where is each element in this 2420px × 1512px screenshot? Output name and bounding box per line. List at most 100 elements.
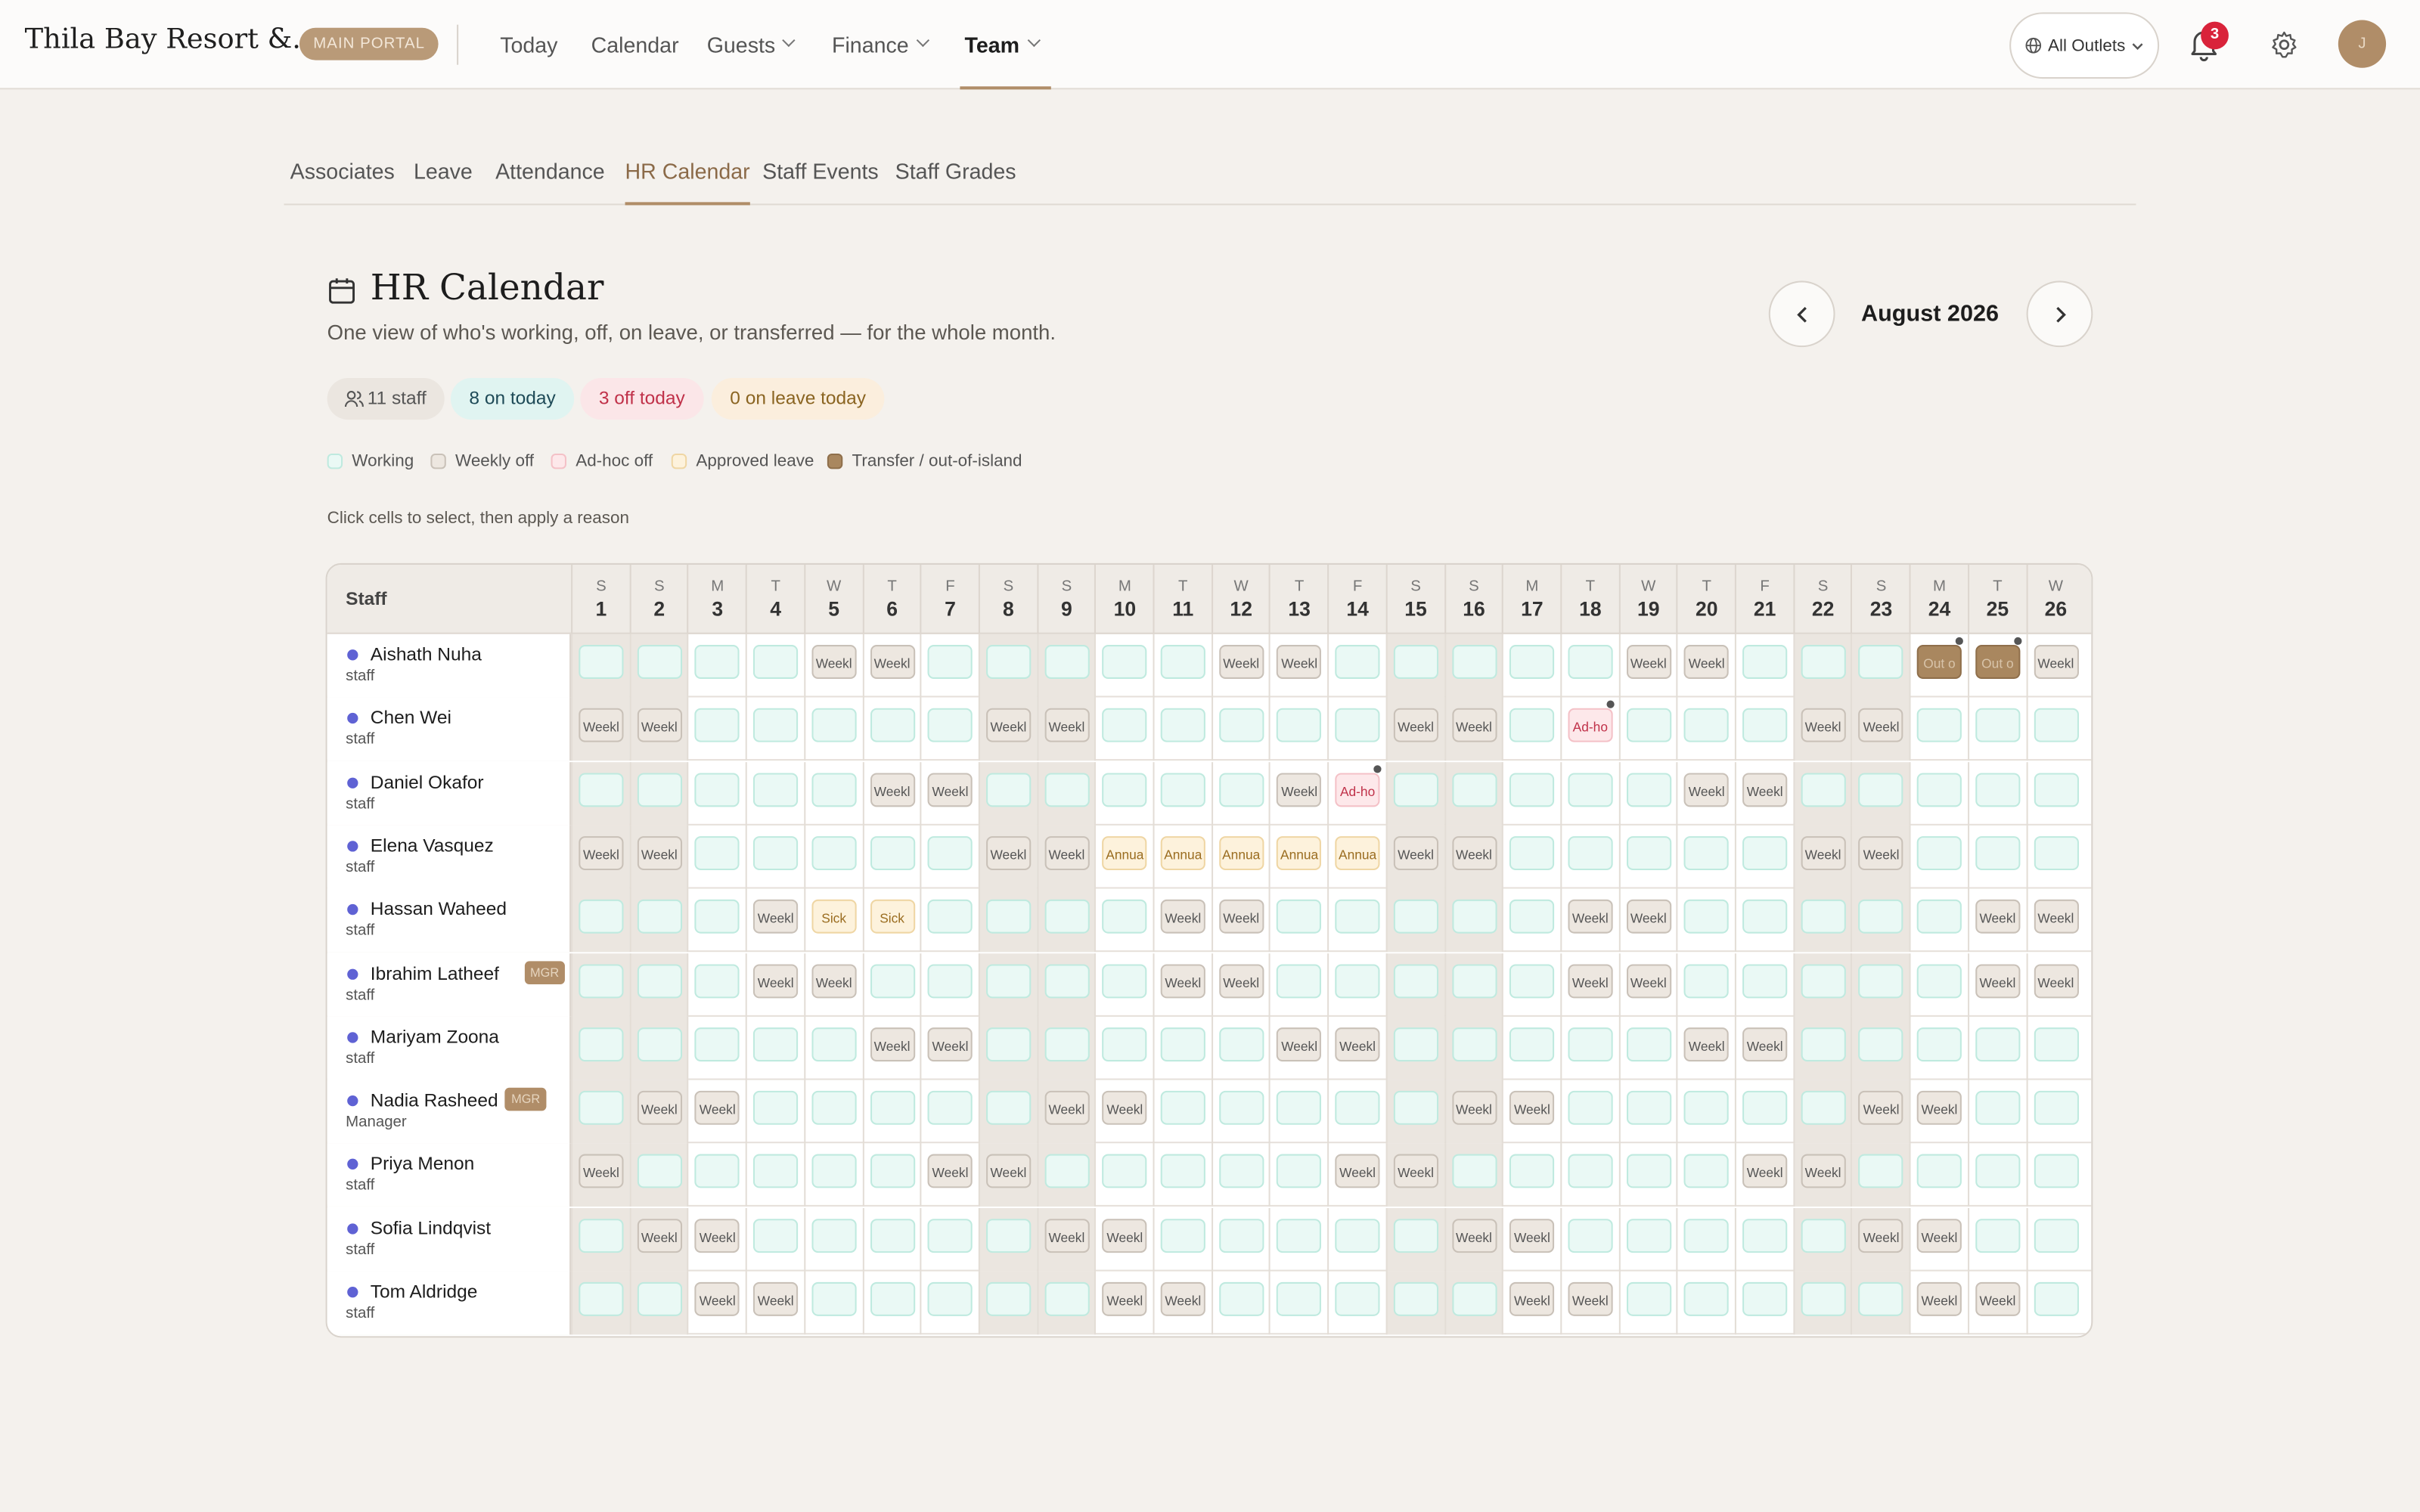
- day-cell[interactable]: Weekl: [1676, 1016, 1736, 1080]
- shift-box[interactable]: [1160, 645, 1205, 679]
- day-cell[interactable]: Weekl: [1327, 1144, 1386, 1207]
- day-cell[interactable]: [803, 698, 863, 761]
- shift-box[interactable]: Weekl: [1975, 900, 2021, 934]
- shift-box[interactable]: [811, 1218, 857, 1253]
- day-cell[interactable]: Weekl: [920, 1144, 979, 1207]
- day-cell[interactable]: Weekl: [1211, 634, 1270, 698]
- shift-box[interactable]: [1277, 1281, 1322, 1316]
- day-cell[interactable]: Weekl: [1211, 888, 1270, 953]
- day-cell[interactable]: [1327, 888, 1386, 953]
- shift-box[interactable]: [985, 1091, 1032, 1125]
- shift-box[interactable]: Weekl: [637, 708, 682, 743]
- day-cell[interactable]: Weekl: [1269, 761, 1328, 826]
- shift-box[interactable]: [753, 708, 799, 743]
- day-cell[interactable]: [1036, 1144, 1096, 1207]
- day-cell[interactable]: [1444, 761, 1503, 826]
- shift-box[interactable]: [1393, 1218, 1438, 1253]
- day-cell[interactable]: [1094, 761, 1154, 826]
- day-cell[interactable]: [1444, 888, 1503, 953]
- shift-box[interactable]: Out o: [1975, 645, 2021, 679]
- day-cell[interactable]: Weekl: [1734, 1016, 1794, 1080]
- day-cell[interactable]: [1676, 1144, 1736, 1207]
- day-cell[interactable]: [1444, 1016, 1503, 1080]
- day-cell[interactable]: Weekl: [1618, 953, 1677, 1016]
- day-cell[interactable]: Weekl: [1094, 1271, 1154, 1335]
- shift-box[interactable]: [579, 900, 624, 934]
- day-cell[interactable]: [1094, 698, 1154, 761]
- shift-box[interactable]: Weekl: [1626, 900, 1671, 934]
- day-cell[interactable]: [861, 1144, 921, 1207]
- day-cell[interactable]: Weekl: [1385, 698, 1444, 761]
- shift-box[interactable]: [1277, 708, 1322, 743]
- shift-box[interactable]: [1044, 1281, 1089, 1316]
- day-cell[interactable]: Weekl: [978, 825, 1038, 889]
- day-cell[interactable]: Weekl: [1851, 698, 1910, 761]
- day-cell[interactable]: [1385, 1016, 1444, 1080]
- shift-box[interactable]: [2033, 772, 2078, 807]
- shift-box[interactable]: [985, 1027, 1032, 1061]
- shift-box[interactable]: Weekl: [1102, 1091, 1147, 1125]
- day-cell[interactable]: [1094, 953, 1154, 1016]
- shift-box[interactable]: [1451, 1027, 1497, 1061]
- shift-box[interactable]: Weekl: [985, 708, 1032, 743]
- day-cell[interactable]: [1153, 761, 1212, 826]
- day-cell[interactable]: [629, 888, 688, 953]
- day-cell[interactable]: Weekl: [571, 825, 630, 889]
- shift-box[interactable]: [2033, 1027, 2078, 1061]
- day-cell[interactable]: [1851, 761, 1910, 826]
- day-cell[interactable]: Weekl: [1734, 1144, 1794, 1207]
- staff-cell[interactable]: Nadia Rasheed Manager MGR: [327, 1080, 572, 1144]
- day-cell[interactable]: [1909, 761, 1969, 826]
- shift-box[interactable]: Weekl: [1277, 1027, 1322, 1061]
- shift-box[interactable]: [1102, 645, 1147, 679]
- day-cell[interactable]: [1036, 953, 1096, 1016]
- tab-hr-calendar[interactable]: HR Calendar: [625, 159, 750, 206]
- day-cell[interactable]: [1851, 1144, 1910, 1207]
- shift-box[interactable]: [869, 1091, 915, 1125]
- day-cell[interactable]: [2025, 761, 2085, 826]
- shift-box[interactable]: [1858, 772, 1904, 807]
- shift-box[interactable]: [1335, 1091, 1380, 1125]
- day-cell[interactable]: Weekl: [861, 634, 921, 698]
- day-cell[interactable]: Weekl: [1967, 953, 2027, 1016]
- shift-box[interactable]: [1858, 963, 1904, 998]
- day-cell[interactable]: [978, 888, 1038, 953]
- shift-box[interactable]: [1568, 645, 1613, 679]
- day-cell[interactable]: Weekl: [1153, 888, 1212, 953]
- tab-attendance[interactable]: Attendance: [495, 159, 605, 184]
- day-cell[interactable]: [571, 634, 630, 698]
- day-cell[interactable]: [1502, 953, 1561, 1016]
- day-cell[interactable]: [571, 1271, 630, 1335]
- day-cell[interactable]: [803, 1207, 863, 1271]
- shift-box[interactable]: Weekl: [2033, 900, 2078, 934]
- day-cell[interactable]: [1211, 1144, 1270, 1207]
- day-cell[interactable]: Weekl: [1618, 888, 1677, 953]
- day-cell[interactable]: [1327, 1207, 1386, 1271]
- day-cell[interactable]: [1967, 1016, 2027, 1080]
- day-cell[interactable]: Ad-ho: [1327, 761, 1386, 826]
- day-cell[interactable]: [1444, 1144, 1503, 1207]
- shift-box[interactable]: Weekl: [695, 1091, 740, 1125]
- day-cell[interactable]: [1792, 1080, 1852, 1144]
- shift-box[interactable]: Weekl: [1160, 1281, 1205, 1316]
- shift-box[interactable]: [1102, 708, 1147, 743]
- shift-box[interactable]: Weekl: [1218, 645, 1264, 679]
- day-cell[interactable]: [920, 1271, 979, 1335]
- day-cell[interactable]: [1560, 634, 1619, 698]
- day-cell[interactable]: Sick: [803, 888, 863, 953]
- shift-box[interactable]: Weekl: [2033, 963, 2078, 998]
- shift-box[interactable]: [579, 963, 624, 998]
- prev-month-button[interactable]: [1768, 280, 1835, 348]
- shift-box[interactable]: Weekl: [695, 1218, 740, 1253]
- day-cell[interactable]: [1792, 1016, 1852, 1080]
- shift-box[interactable]: Weekl: [1102, 1281, 1147, 1316]
- shift-box[interactable]: [1626, 835, 1671, 870]
- shift-box[interactable]: Weekl: [1044, 1218, 1089, 1253]
- shift-box[interactable]: [927, 1218, 973, 1253]
- shift-box[interactable]: [753, 1218, 799, 1253]
- day-cell[interactable]: [629, 634, 688, 698]
- day-cell[interactable]: Weekl: [1560, 1271, 1619, 1335]
- shift-box[interactable]: [869, 1281, 915, 1316]
- shift-box[interactable]: Weekl: [1975, 1281, 2021, 1316]
- shift-box[interactable]: [811, 772, 857, 807]
